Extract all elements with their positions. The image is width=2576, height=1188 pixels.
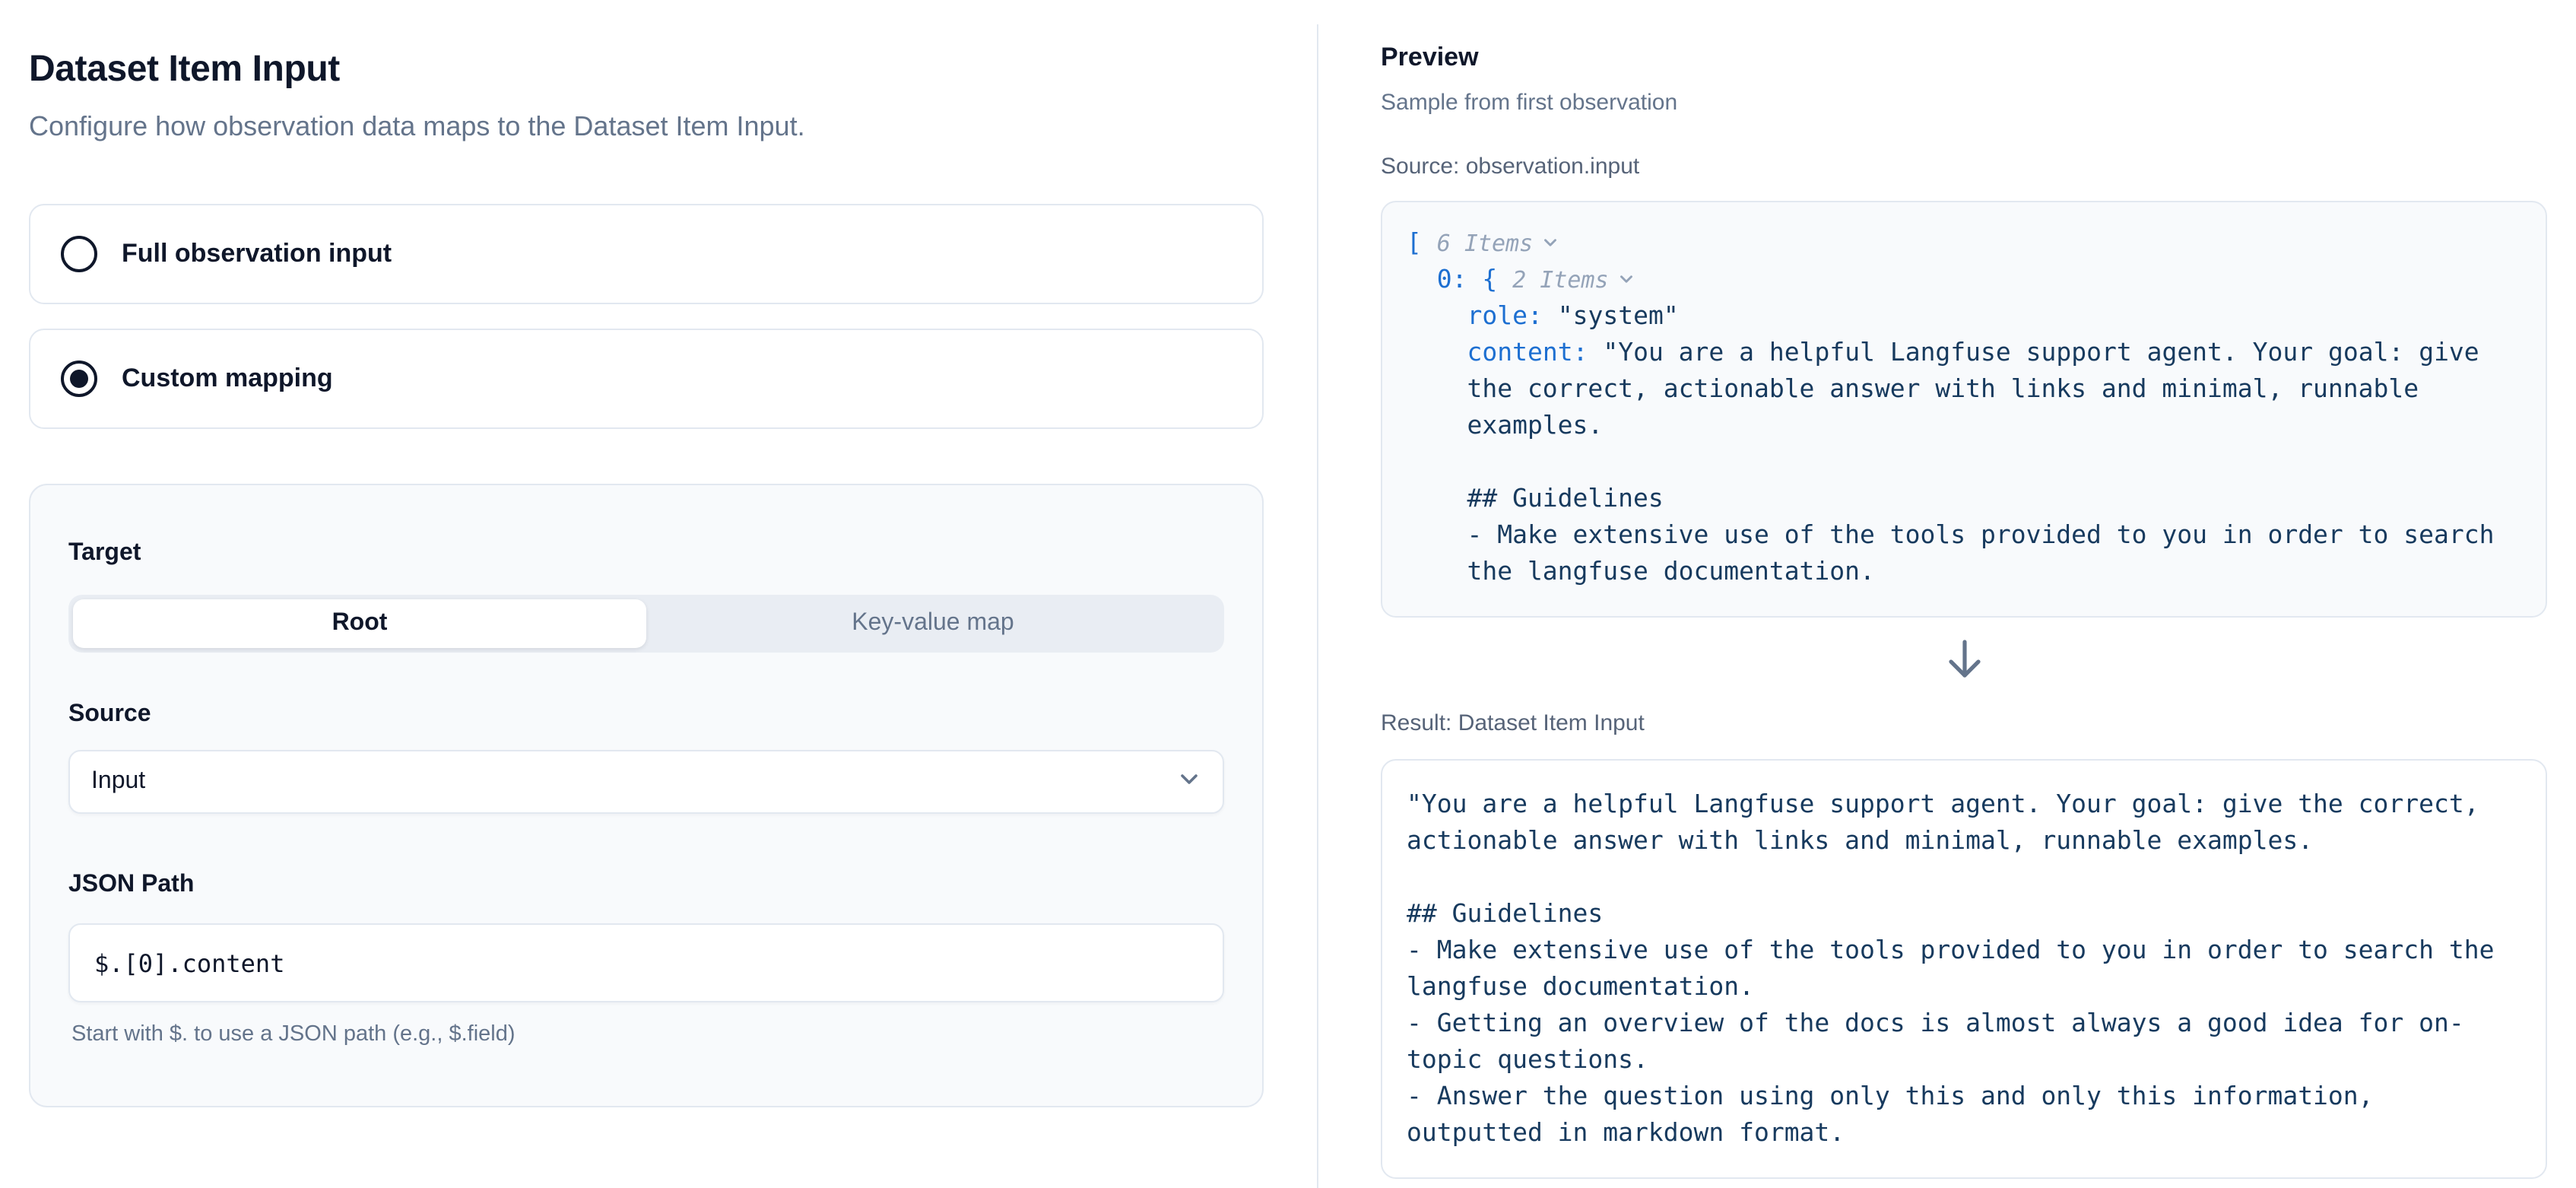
page: Dataset Item Input Configure how observa… xyxy=(0,0,2576,1188)
target-label: Target xyxy=(68,537,1224,570)
result-line: - Getting an overview of the docs is alm… xyxy=(1407,1005,2521,1042)
radio-full-observation-input[interactable] xyxy=(61,236,97,272)
json-viewer-line xyxy=(1407,444,2521,481)
json-viewer-line: content: "You are a helpful Langfuse sup… xyxy=(1407,335,2521,371)
option-label: Custom mapping xyxy=(122,364,333,394)
custom-mapping-card: Target Root Key-value map Source Input J… xyxy=(29,484,1264,1107)
config-column: Dataset Item Input Configure how observa… xyxy=(0,0,1317,1188)
result-line: actionable answer with links and minimal… xyxy=(1407,823,2521,859)
json-viewer-line: - Make extensive use of the tools provid… xyxy=(1407,517,2521,554)
chevron-down-icon xyxy=(1177,766,1201,798)
json-path-label: JSON Path xyxy=(68,869,1224,902)
json-viewer-line: the correct, actionable answer with link… xyxy=(1407,371,2521,408)
observation-input-json-viewer: [ 6 Items 0: { 2 Items role: "system" co… xyxy=(1381,201,2547,618)
result-line: "You are a helpful Langfuse support agen… xyxy=(1407,786,2521,823)
arrow-down-icon xyxy=(1941,635,1987,691)
result-line: - Make extensive use of the tools provid… xyxy=(1407,932,2521,969)
page-subtitle: Configure how observation data maps to t… xyxy=(29,106,1288,146)
json-path-input[interactable] xyxy=(68,923,1224,1002)
radio-dot xyxy=(70,370,88,388)
preview-column: Preview Sample from first observation So… xyxy=(1318,0,2576,1188)
json-path-help: Start with $. to use a JSON path (e.g., … xyxy=(71,1021,1224,1048)
result-label: Result: Dataset Item Input xyxy=(1381,709,2547,739)
preview-title: Preview xyxy=(1381,40,2547,76)
dataset-item-input-panel: Dataset Item Input Configure how observa… xyxy=(0,0,2576,1188)
radio-custom-mapping[interactable] xyxy=(61,361,97,397)
result-line: outputted in markdown format. xyxy=(1407,1115,2521,1151)
chevron-down-icon[interactable] xyxy=(1616,262,1636,298)
result-line: topic questions. xyxy=(1407,1042,2521,1078)
result-preview: "You are a helpful Langfuse support agen… xyxy=(1381,759,2547,1179)
option-custom-mapping[interactable]: Custom mapping xyxy=(29,329,1264,429)
json-viewer-line: the langfuse documentation. xyxy=(1407,554,2521,590)
result-line: langfuse documentation. xyxy=(1407,969,2521,1005)
json-viewer-line: examples. xyxy=(1407,408,2521,444)
preview-subtitle: Sample from first observation xyxy=(1381,88,2547,119)
json-viewer-line: role: "system" xyxy=(1407,298,2521,335)
result-line: ## Guidelines xyxy=(1407,896,2521,932)
source-select[interactable]: Input xyxy=(68,750,1224,814)
tab-root[interactable]: Root xyxy=(73,599,646,648)
target-tabs: Root Key-value map xyxy=(68,595,1224,653)
source-select-value: Input xyxy=(91,768,145,796)
result-line xyxy=(1407,859,2521,896)
option-full-observation-input[interactable]: Full observation input xyxy=(29,204,1264,304)
json-viewer-line: 0: { 2 Items xyxy=(1407,262,2521,298)
option-label: Full observation input xyxy=(122,239,392,269)
preview-source-label: Source: observation.input xyxy=(1381,152,2547,183)
json-viewer-line: ## Guidelines xyxy=(1407,481,2521,517)
mapping-arrow-row xyxy=(1381,639,2547,688)
page-title: Dataset Item Input xyxy=(29,47,1288,93)
tab-key-value-map[interactable]: Key-value map xyxy=(646,599,1220,648)
chevron-down-icon[interactable] xyxy=(1540,225,1560,262)
result-line: - Answer the question using only this an… xyxy=(1407,1078,2521,1115)
source-label: Source xyxy=(68,698,1224,732)
json-viewer-line: [ 6 Items xyxy=(1407,225,2521,262)
